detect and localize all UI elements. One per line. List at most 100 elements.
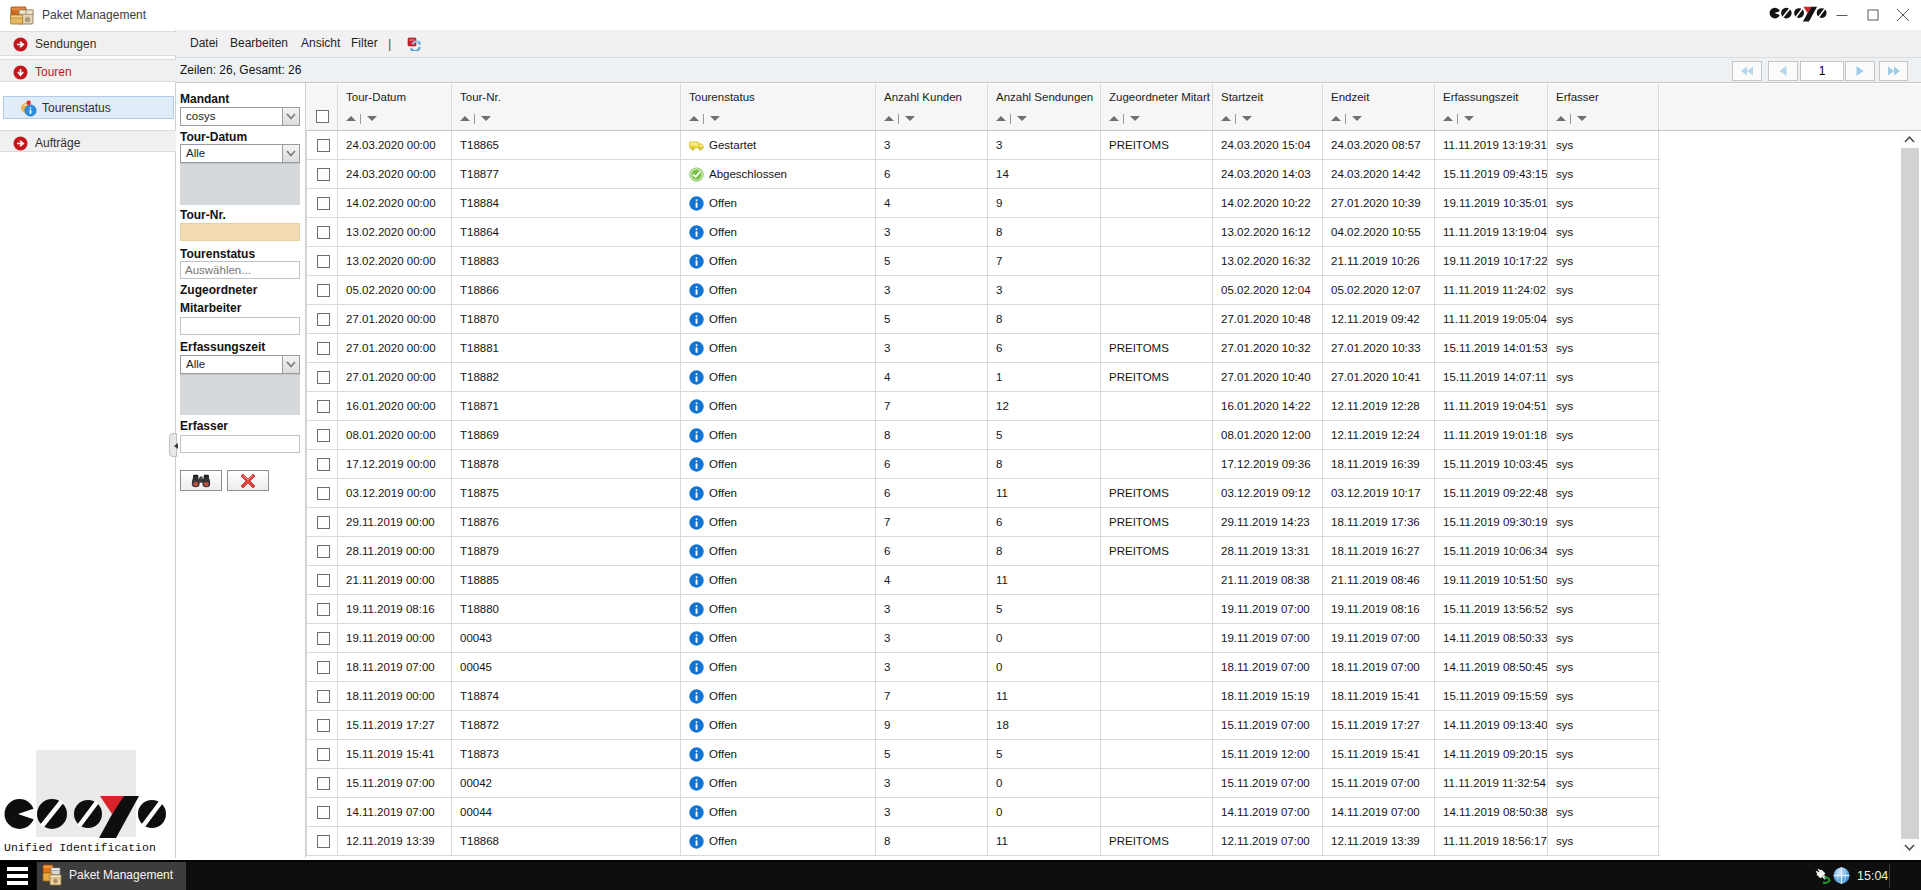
tour-nr-input[interactable] (180, 223, 300, 241)
table-row[interactable]: 27.01.2020 00:00T18881Offen36PREITOMS27.… (306, 334, 1660, 363)
row-checkbox[interactable] (317, 284, 330, 297)
sort-ascending-icon[interactable] (1221, 116, 1231, 121)
page-number[interactable]: 1 (1800, 61, 1844, 81)
menu-filter[interactable]: Filter (351, 30, 378, 57)
sort-descending-icon[interactable] (481, 116, 491, 121)
table-row[interactable]: 17.12.2019 00:00T18878Offen6817.12.2019 … (306, 450, 1660, 479)
row-checkbox[interactable] (317, 458, 330, 471)
sidebar-item-auftraege[interactable]: Aufträge (0, 130, 176, 152)
table-row[interactable]: 27.01.2020 00:00T18882Offen41PREITOMS27.… (306, 363, 1660, 392)
network-plug-icon[interactable] (1814, 867, 1832, 885)
globe-icon[interactable] (1833, 867, 1850, 884)
zugeordneter-mitarbeiter-input[interactable] (180, 317, 300, 335)
table-row[interactable]: 24.03.2020 00:00T18865Gestartet33PREITOM… (306, 131, 1660, 160)
row-checkbox[interactable] (317, 226, 330, 239)
column-header-zugeordneter_mitarbeiter[interactable]: Zugeordneter Mitarbeiter (1102, 84, 1213, 130)
erfassungszeit-select[interactable]: Alle (180, 355, 300, 374)
tourenstatus-input[interactable] (180, 261, 300, 279)
scroll-up-icon[interactable] (1901, 131, 1919, 148)
sort-ascending-icon[interactable] (1331, 116, 1341, 121)
sort-ascending-icon[interactable] (1109, 116, 1119, 121)
row-checkbox[interactable] (317, 661, 330, 674)
row-checkbox[interactable] (317, 690, 330, 703)
row-checkbox[interactable] (317, 777, 330, 790)
table-row[interactable]: 18.11.2019 07:0000045Offen3018.11.2019 0… (306, 653, 1660, 682)
sort-ascending-icon[interactable] (1443, 116, 1453, 121)
table-row[interactable]: 19.11.2019 00:0000043Offen3019.11.2019 0… (306, 624, 1660, 653)
table-row[interactable]: 29.11.2019 00:00T18876Offen76PREITOMS29.… (306, 508, 1660, 537)
table-row[interactable]: 18.11.2019 00:00T18874Offen71118.11.2019… (306, 682, 1660, 711)
row-checkbox[interactable] (317, 313, 330, 326)
row-checkbox[interactable] (317, 574, 330, 587)
row-checkbox[interactable] (317, 545, 330, 558)
sort-descending-icon[interactable] (367, 116, 377, 121)
row-checkbox[interactable] (317, 487, 330, 500)
sort-descending-icon[interactable] (1352, 116, 1362, 121)
table-row[interactable]: 21.11.2019 00:00T18885Offen41121.11.2019… (306, 566, 1660, 595)
row-checkbox[interactable] (317, 139, 330, 152)
chevron-down-icon[interactable] (282, 145, 299, 162)
column-header-tourenstatus[interactable]: Tourenstatus (682, 84, 876, 130)
sort-descending-icon[interactable] (905, 116, 915, 121)
show-desktop-divider[interactable] (1889, 864, 1890, 888)
mandant-select[interactable]: cosys (180, 107, 300, 126)
table-row[interactable]: 03.12.2019 00:00T18875Offen611PREITOMS03… (306, 479, 1660, 508)
menu-datei[interactable]: Datei (190, 30, 218, 57)
table-row[interactable]: 12.11.2019 13:39T18868Offen811PREITOMS12… (306, 827, 1660, 856)
menu-bearbeiten[interactable]: Bearbeiten (230, 30, 288, 57)
sort-descending-icon[interactable] (1017, 116, 1027, 121)
erfasser-input[interactable] (180, 435, 300, 453)
refresh-report-icon[interactable] (407, 37, 421, 51)
sidebar-item-tourenstatus[interactable]: Tourenstatus (3, 96, 174, 119)
sort-ascending-icon[interactable] (689, 116, 699, 121)
menu-ansicht[interactable]: Ansicht (301, 30, 340, 57)
scrollbar-thumb[interactable] (1901, 148, 1919, 839)
sort-descending-icon[interactable] (1130, 116, 1140, 121)
row-checkbox[interactable] (317, 168, 330, 181)
column-header-erfassungszeit[interactable]: Erfassungszeit (1436, 84, 1548, 130)
row-checkbox[interactable] (317, 719, 330, 732)
table-row[interactable]: 13.02.2020 00:00T18864Offen3813.02.2020 … (306, 218, 1660, 247)
sort-ascending-icon[interactable] (1556, 116, 1566, 121)
sort-descending-icon[interactable] (1464, 116, 1474, 121)
row-checkbox[interactable] (317, 400, 330, 413)
sidebar-item-touren[interactable]: Touren (0, 59, 176, 82)
table-row[interactable]: 13.02.2020 00:00T18883Offen5713.02.2020 … (306, 247, 1660, 276)
table-row[interactable]: 15.11.2019 15:41T18873Offen5515.11.2019 … (306, 740, 1660, 769)
table-row[interactable]: 27.01.2020 00:00T18870Offen5827.01.2020 … (306, 305, 1660, 334)
column-header-anzahl_sendungen[interactable]: Anzahl Sendungen (989, 84, 1101, 130)
table-row[interactable]: 28.11.2019 00:00T18879Offen68PREITOMS28.… (306, 537, 1660, 566)
next-page-button[interactable] (1845, 61, 1875, 81)
table-row[interactable]: 15.11.2019 17:27T18872Offen91815.11.2019… (306, 711, 1660, 740)
table-row[interactable]: 08.01.2020 00:00T18869Offen8508.01.2020 … (306, 421, 1660, 450)
row-checkbox[interactable] (317, 516, 330, 529)
table-row[interactable]: 19.11.2019 08:16T18880Offen3519.11.2019 … (306, 595, 1660, 624)
table-row[interactable]: 14.11.2019 07:0000044Offen3014.11.2019 0… (306, 798, 1660, 827)
sidebar-item-sendungen[interactable]: Sendungen (0, 31, 176, 56)
row-checkbox[interactable] (317, 632, 330, 645)
maximize-button[interactable] (1859, 0, 1887, 30)
column-header-startzeit[interactable]: Startzeit (1214, 84, 1323, 130)
chevron-down-icon[interactable] (282, 108, 299, 125)
table-row[interactable]: 14.02.2020 00:00T18884Offen4914.02.2020 … (306, 189, 1660, 218)
row-checkbox[interactable] (317, 255, 330, 268)
row-checkbox[interactable] (317, 197, 330, 210)
table-row[interactable]: 15.11.2019 07:0000042Offen3015.11.2019 0… (306, 769, 1660, 798)
row-checkbox[interactable] (317, 342, 330, 355)
vertical-scrollbar[interactable] (1901, 131, 1919, 856)
select-all-checkbox[interactable] (316, 110, 329, 123)
sort-ascending-icon[interactable] (460, 116, 470, 121)
tour-datum-select[interactable]: Alle (180, 144, 300, 163)
column-header-tour_datum[interactable]: Tour-Datum (339, 84, 452, 130)
previous-page-button[interactable] (1768, 61, 1798, 81)
column-header-anzahl_kunden[interactable]: Anzahl Kunden (877, 84, 988, 130)
sort-descending-icon[interactable] (710, 116, 720, 121)
sort-descending-icon[interactable] (1242, 116, 1252, 121)
last-page-button[interactable] (1879, 61, 1908, 81)
sort-ascending-icon[interactable] (884, 116, 894, 121)
chevron-down-icon[interactable] (282, 356, 299, 373)
row-checkbox[interactable] (317, 603, 330, 616)
table-row[interactable]: 05.02.2020 00:00T18866Offen3305.02.2020 … (306, 276, 1660, 305)
panel-collapse-handle[interactable] (169, 433, 177, 457)
clear-filter-button[interactable] (227, 470, 269, 491)
